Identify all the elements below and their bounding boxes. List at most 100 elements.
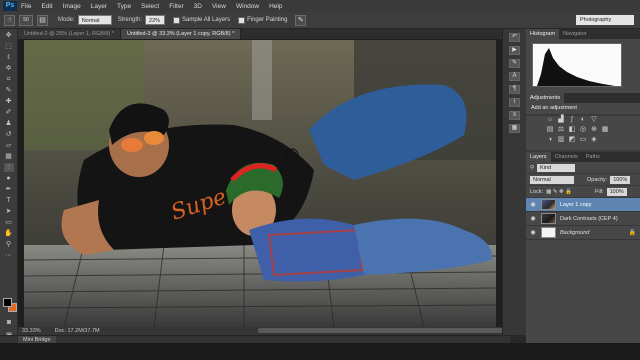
layer-row-dark-contrasts[interactable]: ◉ Dark Contrasts (CEP 4) <box>526 212 640 226</box>
threshold-icon[interactable]: ◩ <box>568 136 576 144</box>
menu-select[interactable]: Select <box>141 3 159 10</box>
zoom-level[interactable]: 33.33% <box>22 328 41 334</box>
layer-row-layer-1-copy[interactable]: ◉ Layer 1 copy <box>526 198 640 212</box>
zoom-tool-icon[interactable]: ⚲ <box>4 240 14 249</box>
character-panel-icon[interactable]: A <box>509 72 520 81</box>
blend-row: Normal Opacity: 100% <box>526 174 640 186</box>
layer-name[interactable]: Dark Contrasts (CEP 4) <box>560 216 640 222</box>
posterize-icon[interactable]: ▥ <box>557 136 565 144</box>
lock-pixels-icon[interactable]: ▦ ✎ ✥ 🔒 <box>546 189 572 195</box>
visibility-eye-icon[interactable]: ◉ <box>529 229 537 236</box>
menu-3d[interactable]: 3D <box>194 3 202 10</box>
visibility-eye-icon[interactable]: ◉ <box>529 215 537 222</box>
quick-mask-icon[interactable]: ◙ <box>4 318 14 327</box>
pressure-icon[interactable]: ✎ <box>295 14 307 26</box>
menu-image[interactable]: Image <box>63 3 81 10</box>
properties-panel-icon[interactable]: ≡ <box>509 111 520 120</box>
color-lookup-icon[interactable]: ▦ <box>601 126 609 134</box>
finger-painting-checkbox[interactable] <box>238 16 246 24</box>
eraser-tool-icon[interactable]: ▱ <box>4 141 14 150</box>
selective-color-icon[interactable]: ◈ <box>590 136 598 144</box>
color-swatches[interactable] <box>3 298 17 312</box>
levels-icon[interactable]: ▟ <box>557 116 565 124</box>
canvas-area[interactable]: Super <box>18 39 502 327</box>
type-tool-icon[interactable]: T <box>4 196 14 205</box>
opacity-input[interactable]: 100% <box>610 175 631 184</box>
photo-filter-icon[interactable]: ◎ <box>579 126 587 134</box>
paragraph-panel-icon[interactable]: ¶ <box>509 85 520 94</box>
layer-thumbnail <box>541 227 556 238</box>
tab-layers[interactable]: Layers <box>526 152 551 162</box>
tab-untitled-2[interactable]: Untitled-2 @ 25% (Layer 1, RGB/8) * <box>18 29 121 39</box>
info-panel-icon[interactable]: i <box>509 98 520 107</box>
layer-row-background[interactable]: ◉ Background 🔒 <box>526 226 640 240</box>
brush-tool-icon[interactable]: ✐ <box>4 108 14 117</box>
blend-mode-select[interactable]: Normal <box>530 175 574 184</box>
foreground-color-swatch[interactable] <box>3 298 12 307</box>
actions-panel-icon[interactable]: ▶ <box>509 46 520 55</box>
smudge-tool-icon[interactable]: ☝ <box>3 163 14 172</box>
history-panel-icon[interactable]: ↶ <box>509 33 520 42</box>
tab-untitled-3[interactable]: Untitled-3 @ 33.3% (Layer 1 copy, RGB/8)… <box>120 29 242 39</box>
menu-bar: Ps File Edit Image Layer Type Select Fil… <box>0 0 640 12</box>
curves-icon[interactable]: ∫ <box>568 116 576 124</box>
more-tools-icon[interactable]: ⋯ <box>4 251 14 260</box>
layers-panel-tabs: Layers Channels Paths <box>526 152 640 162</box>
healing-tool-icon[interactable]: ✚ <box>4 97 14 106</box>
tab-adjustments[interactable]: Adjustments <box>526 93 565 103</box>
clone-stamp-tool-icon[interactable]: ♟ <box>4 119 14 128</box>
crop-tool-icon[interactable]: ⌗ <box>4 75 14 84</box>
gradient-map-icon[interactable]: ▭ <box>579 136 587 144</box>
sample-all-layers-label: Sample All Layers <box>182 17 231 23</box>
brightness-contrast-icon[interactable]: ☼ <box>546 116 554 124</box>
history-brush-tool-icon[interactable]: ↺ <box>4 130 14 139</box>
pen-tool-icon[interactable]: ✒ <box>4 185 14 194</box>
brush-size-picker[interactable]: 50 <box>19 14 33 26</box>
black-white-icon[interactable]: ◧ <box>568 126 576 134</box>
hue-saturation-icon[interactable]: ▤ <box>546 126 554 134</box>
menu-type[interactable]: Type <box>117 3 131 10</box>
menu-view[interactable]: View <box>212 3 226 10</box>
color-balance-icon[interactable]: ⚖ <box>557 126 565 134</box>
path-select-tool-icon[interactable]: ➤ <box>4 207 14 216</box>
layers-panel: ⚲ Kind Normal Opacity: 100% Lock: ▦ ✎ ✥ … <box>526 162 640 349</box>
fill-input[interactable]: 100% <box>606 187 627 196</box>
shape-tool-icon[interactable]: ▭ <box>4 218 14 227</box>
menu-help[interactable]: Help <box>269 3 282 10</box>
tab-histogram[interactable]: Histogram <box>526 29 560 39</box>
layer-name[interactable]: Background <box>560 230 625 236</box>
sample-all-layers-checkbox[interactable] <box>173 16 181 24</box>
hand-tool-icon[interactable]: ✋ <box>4 229 14 238</box>
menu-layer[interactable]: Layer <box>91 3 107 10</box>
menu-file[interactable]: File <box>21 3 31 10</box>
strength-input[interactable]: 22% <box>145 15 166 25</box>
smudge-tool-preset-icon[interactable]: ☝ <box>4 14 15 26</box>
layer-kind-filter[interactable]: Kind <box>537 163 576 172</box>
tab-paths[interactable]: Paths <box>582 152 604 162</box>
horizontal-scrollbar[interactable] <box>258 328 508 333</box>
gradient-tool-icon[interactable]: ▦ <box>4 152 14 161</box>
quick-select-tool-icon[interactable]: ✲ <box>4 64 14 73</box>
vibrance-icon[interactable]: ▽ <box>590 116 598 124</box>
channel-mixer-icon[interactable]: ⊕ <box>590 126 598 134</box>
workspace-select[interactable]: Photography <box>576 15 634 25</box>
eyedropper-tool-icon[interactable]: ✎ <box>4 86 14 95</box>
visibility-eye-icon[interactable]: ◉ <box>529 201 537 208</box>
invert-icon[interactable]: ◑ <box>546 136 554 144</box>
brush-presets-icon[interactable]: ✎ <box>509 59 520 68</box>
swatches-panel-icon[interactable]: ▦ <box>509 124 520 133</box>
tab-channels[interactable]: Channels <box>551 152 582 162</box>
menu-edit[interactable]: Edit <box>41 3 52 10</box>
menu-window[interactable]: Window <box>236 3 259 10</box>
layer-name[interactable]: Layer 1 copy <box>560 202 640 208</box>
menu-filter[interactable]: Filter <box>169 3 183 10</box>
tab-navigator[interactable]: Navigator <box>559 29 591 39</box>
document-image[interactable]: Super <box>24 40 496 327</box>
exposure-icon[interactable]: ◐ <box>579 116 587 124</box>
dodge-tool-icon[interactable]: ● <box>4 174 14 183</box>
marquee-tool-icon[interactable]: ⬚ <box>4 42 14 51</box>
mode-select[interactable]: Normal <box>77 15 112 25</box>
lasso-tool-icon[interactable]: ℓ <box>4 53 14 62</box>
brush-panel-icon[interactable]: ▤ <box>37 14 48 26</box>
move-tool-icon[interactable]: ✥ <box>4 31 14 40</box>
